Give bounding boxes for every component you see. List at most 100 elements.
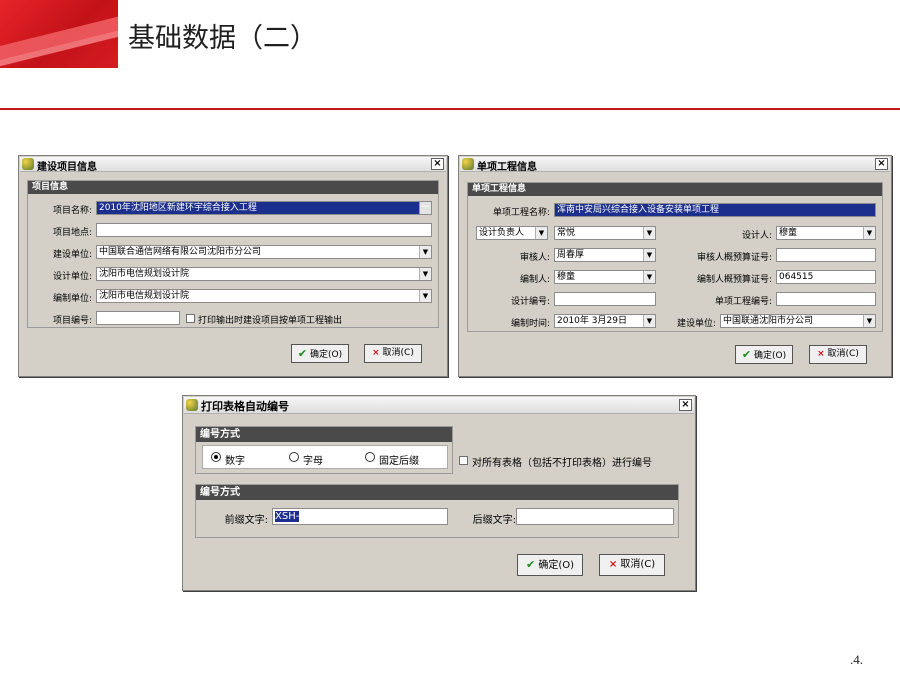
title-bar: 单项工程信息 × xyxy=(460,157,890,173)
project-info-group: 项目信息 项目名称: 2010年沈阳地区新建环宇综合接入工程 ··· 项目地点:… xyxy=(27,180,439,328)
radio-fixed-suffix-label: 固定后缀 xyxy=(379,456,419,467)
cancel-label: 取消(C) xyxy=(827,349,859,359)
check-icon: ✔ xyxy=(297,347,308,360)
print-by-project-label: 打印输出时建设项目按单项工程输出 xyxy=(198,316,343,326)
single-project-group: 单项工程信息 单项工程名称: 浑南中安局兴综合接入设备安装单项工程 设计负责人 … xyxy=(467,182,883,332)
single-project-name-label: 单项工程名称: xyxy=(492,208,550,218)
chevron-down-icon[interactable]: ▼ xyxy=(419,246,431,258)
single-project-name-input[interactable]: 浑南中安局兴综合接入设备安装单项工程 xyxy=(554,203,876,217)
cancel-button[interactable]: × 取消(C) xyxy=(809,345,867,364)
dialog-title: 单项工程信息 xyxy=(477,162,537,173)
compiler-cert-input[interactable]: 064515 xyxy=(776,270,876,284)
builder-select[interactable]: 中国联合通信网络有限公司沈阳市分公司 ▼ xyxy=(96,245,432,259)
radio-container: 数字 字母 固定后缀 xyxy=(202,445,448,469)
project-name-input[interactable]: 2010年沈阳地区新建环宇综合接入工程 ··· xyxy=(96,201,432,215)
single-project-dialog: 单项工程信息 × 单项工程信息 单项工程名称: 浑南中安局兴综合接入设备安装单项… xyxy=(458,155,892,377)
project-name-label: 项目名称: xyxy=(52,206,92,216)
chevron-down-icon[interactable]: ▼ xyxy=(535,227,547,239)
compile-time-label: 编制时间: xyxy=(510,319,550,329)
designer-select[interactable]: 穆童 ▼ xyxy=(776,226,876,240)
x-icon: × xyxy=(817,349,825,359)
designer-value: 沈阳市电信规划设计院 xyxy=(99,269,190,279)
project-number-input[interactable] xyxy=(96,311,180,325)
cancel-button[interactable]: × 取消(C) xyxy=(364,344,422,363)
ok-button[interactable]: ✔ 确定(O) xyxy=(291,344,349,363)
close-icon[interactable]: × xyxy=(431,158,444,170)
compiler-cert-label: 编制人概预算证号: xyxy=(696,275,772,285)
group-title: 单项工程信息 xyxy=(468,183,882,196)
owner-value: 常悦 xyxy=(557,228,576,238)
chevron-down-icon[interactable]: ▼ xyxy=(643,315,655,327)
owner-role-select[interactable]: 设计负责人 ▼ xyxy=(476,226,548,240)
chevron-down-icon[interactable]: ▼ xyxy=(643,249,655,261)
check-icon: ✔ xyxy=(741,348,752,361)
editor-select[interactable]: 沈阳市电信规划设计院 ▼ xyxy=(96,289,432,303)
compiler-cert-value: 064515 xyxy=(779,272,814,282)
project-number-label: 项目编号: xyxy=(52,316,92,326)
project-number-input[interactable] xyxy=(776,292,876,306)
chevron-down-icon[interactable]: ▼ xyxy=(643,271,655,283)
close-icon[interactable]: × xyxy=(679,399,692,411)
ok-button[interactable]: ✔ 确定(O) xyxy=(735,345,793,364)
chevron-down-icon[interactable]: ▼ xyxy=(419,290,431,302)
title-bar: 打印表格自动编号 × xyxy=(184,397,694,414)
prefix-value: XSH- xyxy=(275,511,300,522)
designer-value: 穆童 xyxy=(779,228,798,238)
cancel-button[interactable]: × 取消(C) xyxy=(599,554,665,576)
designer-select[interactable]: 沈阳市电信规划设计院 ▼ xyxy=(96,267,432,281)
builder-value: 中国联合通信网络有限公司沈阳市分公司 xyxy=(99,247,262,257)
designer-label: 设计人: xyxy=(741,231,772,241)
owner-role-value: 设计负责人 xyxy=(479,228,525,238)
ok-label: 确定(O) xyxy=(753,351,787,361)
radio-digit[interactable] xyxy=(211,452,221,462)
project-location-input[interactable] xyxy=(96,223,432,237)
compiler-select[interactable]: 穆童 ▼ xyxy=(554,270,656,284)
prefix-label: 前缀文字: xyxy=(224,515,268,526)
builder-label: 建设单位: xyxy=(52,250,92,260)
design-number-label: 设计编号: xyxy=(510,297,550,307)
ok-label: 确定(O) xyxy=(309,350,343,360)
browse-icon[interactable]: ··· xyxy=(419,202,431,214)
builder-value: 中国联通沈阳市分公司 xyxy=(723,316,814,326)
print-by-project-checkbox[interactable] xyxy=(186,314,195,323)
title-divider xyxy=(0,108,900,110)
project-name-value: 2010年沈阳地区新建环宇综合接入工程 xyxy=(99,203,257,213)
compiler-label: 编制人: xyxy=(519,275,550,285)
reviewer-select[interactable]: 周春厚 ▼ xyxy=(554,248,656,262)
cancel-label: 取消(C) xyxy=(382,348,414,358)
reviewer-cert-input[interactable] xyxy=(776,248,876,262)
brand-logo xyxy=(0,0,118,68)
x-icon: × xyxy=(608,559,618,570)
suffix-label: 后缀文字: xyxy=(472,515,516,526)
builder-select[interactable]: 中国联通沈阳市分公司 ▼ xyxy=(720,314,876,328)
owner-select[interactable]: 常悦 ▼ xyxy=(554,226,656,240)
group-title: 编号方式 xyxy=(196,427,452,442)
dialog-title: 建设项目信息 xyxy=(37,162,97,173)
slide-title: 基础数据（二） xyxy=(128,23,317,54)
title-bar: 建设项目信息 × xyxy=(20,157,446,173)
editor-label: 编制单位: xyxy=(52,294,92,304)
number-method-group: 编号方式 数字 字母 固定后缀 xyxy=(195,426,453,474)
chevron-down-icon[interactable]: ▼ xyxy=(863,315,875,327)
ok-button[interactable]: ✔ 确定(O) xyxy=(517,554,583,576)
suffix-input[interactable] xyxy=(516,508,674,525)
app-icon xyxy=(22,158,34,170)
chevron-down-icon[interactable]: ▼ xyxy=(419,268,431,280)
compile-time-picker[interactable]: 2010年 3月29日 ▼ xyxy=(554,314,656,328)
design-number-input[interactable] xyxy=(554,292,656,306)
close-icon[interactable]: × xyxy=(875,158,888,170)
project-info-dialog: 建设项目信息 × 项目信息 项目名称: 2010年沈阳地区新建环宇综合接入工程 … xyxy=(18,155,448,377)
check-icon: ✔ xyxy=(525,558,536,571)
prefix-input[interactable]: XSH- xyxy=(272,508,448,525)
builder-label: 建设单位: xyxy=(676,319,716,329)
radio-letter[interactable] xyxy=(289,452,299,462)
page-number: .4. xyxy=(850,652,863,667)
number-all-tables-checkbox[interactable] xyxy=(459,456,468,465)
group-title: 编号方式 xyxy=(196,485,678,500)
radio-fixed-suffix[interactable] xyxy=(365,452,375,462)
group-title: 项目信息 xyxy=(28,181,438,194)
radio-letter-label: 字母 xyxy=(303,456,323,467)
chevron-down-icon[interactable]: ▼ xyxy=(643,227,655,239)
compiler-value: 穆童 xyxy=(557,272,576,282)
chevron-down-icon[interactable]: ▼ xyxy=(863,227,875,239)
